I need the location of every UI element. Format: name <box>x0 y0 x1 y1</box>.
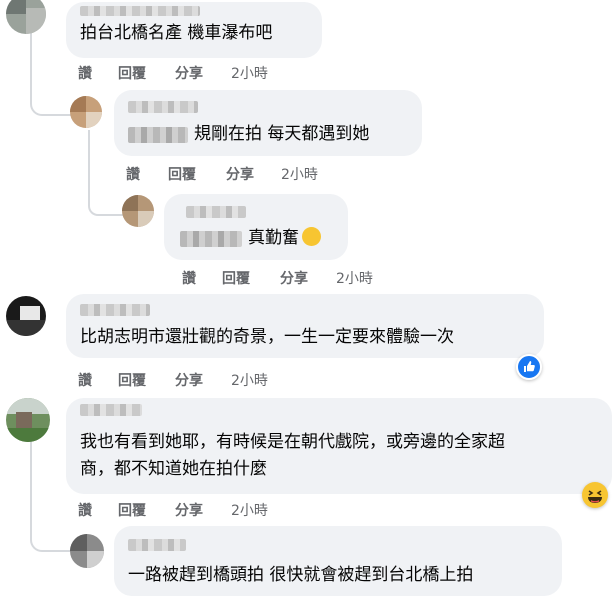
avatar[interactable] <box>6 398 50 442</box>
reply-link[interactable]: 回覆 <box>118 500 175 520</box>
timestamp[interactable]: 2小時 <box>281 164 318 184</box>
like-link[interactable]: 讚 <box>78 370 118 390</box>
commenter-name[interactable] <box>80 6 200 16</box>
reply-link[interactable]: 回覆 <box>168 164 226 184</box>
avatar[interactable] <box>122 195 154 227</box>
share-link[interactable]: 分享 <box>175 370 231 390</box>
timestamp[interactable]: 2小時 <box>231 500 268 520</box>
tagged-user[interactable] <box>128 127 188 143</box>
timestamp[interactable]: 2小時 <box>231 63 268 83</box>
comment-text-line: 商，都不知道她在拍什麼 <box>80 459 267 479</box>
tagged-user[interactable] <box>180 231 242 247</box>
reply-link[interactable]: 回覆 <box>118 63 175 83</box>
comment-bubble: 真勤奮 <box>164 194 348 260</box>
comment-text: 一路被趕到橋頭拍 很快就會被趕到台北橋上拍 <box>128 565 474 585</box>
like-link[interactable]: 讚 <box>182 268 222 288</box>
share-link[interactable]: 分享 <box>175 500 231 520</box>
comment-actions: 讚 回覆 分享 2小時 <box>78 63 268 83</box>
commenter-name[interactable] <box>80 404 142 416</box>
reply-link[interactable]: 回覆 <box>118 370 175 390</box>
timestamp[interactable]: 2小時 <box>336 268 373 288</box>
comment-text: 真勤奮 <box>248 227 321 250</box>
avatar[interactable] <box>6 296 46 336</box>
laughing-emoji-icon <box>302 227 321 246</box>
timestamp[interactable]: 2小時 <box>231 370 268 390</box>
commenter-name[interactable] <box>128 539 186 551</box>
commenter-name[interactable] <box>80 304 150 316</box>
reply-link[interactable]: 回覆 <box>222 268 280 288</box>
commenter-name[interactable] <box>128 101 198 113</box>
share-link[interactable]: 分享 <box>175 63 231 83</box>
comment-text: 比胡志明市還壯觀的奇景，一生一定要來體驗一次 <box>80 327 454 347</box>
thread-line <box>30 500 74 552</box>
avatar[interactable] <box>70 96 102 128</box>
comment-bubble: 比胡志明市還壯觀的奇景，一生一定要來體驗一次 <box>66 294 544 358</box>
haha-reaction-icon[interactable] <box>582 482 608 508</box>
share-link[interactable]: 分享 <box>226 164 281 184</box>
share-link[interactable]: 分享 <box>280 268 336 288</box>
comment-actions: 讚 回覆 分享 2小時 <box>78 370 268 390</box>
comment-bubble: 規剛在拍 每天都遇到她 <box>114 90 422 156</box>
comment-actions: 讚 回覆 分享 2小時 <box>78 500 268 520</box>
comment-bubble: 一路被趕到橋頭拍 很快就會被趕到台北橋上拍 <box>114 526 562 596</box>
avatar[interactable] <box>6 0 46 34</box>
comment-text: 規剛在拍 每天都遇到她 <box>194 124 370 144</box>
like-link[interactable]: 讚 <box>126 164 168 184</box>
like-reaction-icon[interactable] <box>516 354 542 380</box>
comment-actions: 讚 回覆 分享 2小時 <box>126 164 318 184</box>
commenter-name[interactable] <box>186 206 246 218</box>
comment-bubble: 拍台北橋名產 機車瀑布吧 <box>66 2 322 58</box>
avatar[interactable] <box>70 534 104 568</box>
comment-bubble: 我也有看到她耶，有時候是在朝代戲院，或旁邊的全家超 商，都不知道她在拍什麼 <box>66 398 612 494</box>
like-link[interactable]: 讚 <box>78 500 118 520</box>
thread-line <box>30 70 74 116</box>
comment-actions: 讚 回覆 分享 2小時 <box>182 268 373 288</box>
like-link[interactable]: 讚 <box>78 63 118 83</box>
comment-text: 拍台北橋名產 機車瀑布吧 <box>80 23 273 43</box>
comment-text-line: 我也有看到她耶，有時候是在朝代戲院，或旁邊的全家超 <box>80 432 505 452</box>
